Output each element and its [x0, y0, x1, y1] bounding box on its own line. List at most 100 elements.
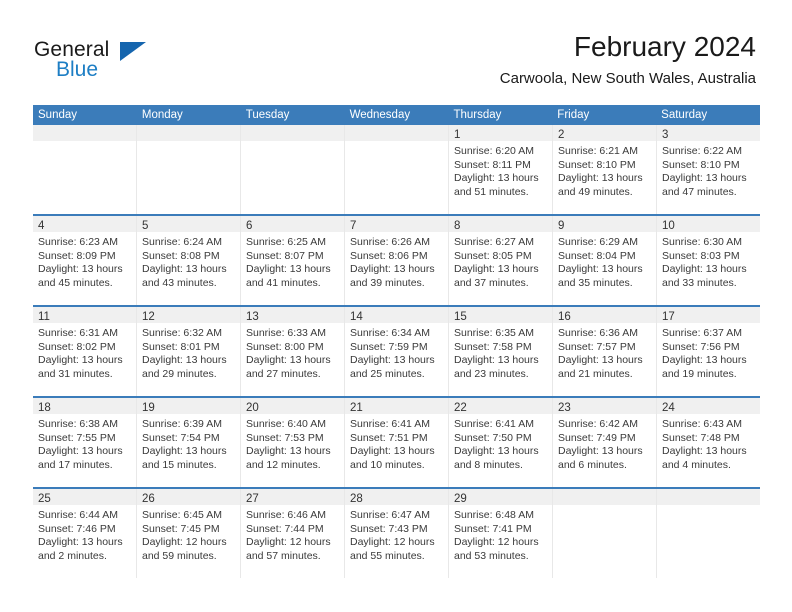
daylight-text-line2: and 43 minutes. [142, 276, 217, 289]
day-number: 24 [662, 402, 675, 414]
calendar-day-cell[interactable]: 3 Sunrise: 6:22 AM Sunset: 8:10 PM Daylight… [657, 125, 760, 214]
calendar-day-cell[interactable]: 11 Sunrise: 6:31 AM Sunset: 8:02 PM Dayligh… [33, 307, 137, 396]
calendar-day-cell[interactable]: 17 Sunrise: 6:37 AM Sunset: 7:56 PM Dayligh… [657, 307, 760, 396]
day-number-band: 19 [137, 398, 240, 414]
sunrise-text: Sunrise: 6:41 AM [350, 418, 430, 430]
daylight-text-line2: and 59 minutes. [142, 549, 217, 562]
day-number: 27 [246, 493, 259, 505]
day-number: 14 [350, 311, 363, 323]
calendar-day-cell[interactable]: 14 Sunrise: 6:34 AM Sunset: 7:59 PM Dayligh… [345, 307, 449, 396]
day-number-band [657, 489, 760, 505]
sunset-text: Sunset: 8:05 PM [454, 249, 532, 262]
day-number: 19 [142, 402, 155, 414]
calendar-day-cell[interactable]: 18 Sunrise: 6:38 AM Sunset: 7:55 PM Dayligh… [33, 398, 137, 487]
daylight-text-line1: Daylight: 13 hours [454, 172, 539, 184]
daylight-text-line2: and 25 minutes. [350, 367, 425, 380]
calendar-day-cell[interactable]: 19 Sunrise: 6:39 AM Sunset: 7:54 PM Dayligh… [137, 398, 241, 487]
weekday-header-friday: Friday [557, 109, 590, 121]
calendar-day-cell[interactable]: 10 Sunrise: 6:30 AM Sunset: 8:03 PM Dayligh… [657, 216, 760, 305]
weekday-header-monday: Monday [141, 109, 183, 121]
weekday-header-row: Sunday Monday Tuesday Wednesday Thursday… [33, 105, 760, 125]
daylight-text-line2: and 15 minutes. [142, 458, 217, 471]
sunrise-text: Sunrise: 6:39 AM [142, 418, 222, 430]
sunrise-text: Sunrise: 6:45 AM [142, 509, 222, 521]
weekday-header-wednesday: Wednesday [349, 109, 411, 121]
calendar-day-cell[interactable]: 27 Sunrise: 6:46 AM Sunset: 7:44 PM Dayligh… [241, 489, 345, 578]
calendar-day-cell[interactable]: 2 Sunrise: 6:21 AM Sunset: 8:10 PM Daylight… [553, 125, 657, 214]
calendar-day-cell[interactable]: 25 Sunrise: 6:44 AM Sunset: 7:46 PM Dayligh… [33, 489, 137, 578]
calendar-day-cell-empty [137, 125, 241, 214]
calendar-day-cell[interactable]: 23 Sunrise: 6:42 AM Sunset: 7:49 PM Dayligh… [553, 398, 657, 487]
calendar-day-cell[interactable]: 21 Sunrise: 6:41 AM Sunset: 7:51 PM Dayligh… [345, 398, 449, 487]
sunrise-text: Sunrise: 6:33 AM [246, 327, 326, 339]
location-subtitle: Carwoola, New South Wales, Australia [499, 70, 756, 87]
calendar-day-cell[interactable]: 4 Sunrise: 6:23 AM Sunset: 8:09 PM Daylight… [33, 216, 137, 305]
day-details: Sunrise: 6:48 AM Sunset: 7:41 PM Daylight:… [449, 505, 552, 563]
daylight-text-line2: and 45 minutes. [38, 276, 113, 289]
daylight-text-line1: Daylight: 13 hours [662, 263, 747, 275]
daylight-text-line2: and 33 minutes. [662, 276, 737, 289]
sunset-text: Sunset: 8:10 PM [558, 158, 636, 171]
sunset-text: Sunset: 7:58 PM [454, 340, 532, 353]
daylight-text-line2: and 51 minutes. [454, 185, 529, 198]
day-number-band: 11 [33, 307, 136, 323]
daylight-text-line2: and 35 minutes. [558, 276, 633, 289]
calendar-day-cell[interactable]: 26 Sunrise: 6:45 AM Sunset: 7:45 PM Dayligh… [137, 489, 241, 578]
daylight-text-line1: Daylight: 13 hours [454, 445, 539, 457]
daylight-text-line2: and 37 minutes. [454, 276, 529, 289]
calendar-day-cell[interactable]: 20 Sunrise: 6:40 AM Sunset: 7:53 PM Dayligh… [241, 398, 345, 487]
sunset-text: Sunset: 7:53 PM [246, 431, 324, 444]
day-number-band: 25 [33, 489, 136, 505]
day-details: Sunrise: 6:37 AM Sunset: 7:56 PM Daylight:… [657, 323, 760, 381]
calendar-day-cell[interactable]: 7 Sunrise: 6:26 AM Sunset: 8:06 PM Daylight… [345, 216, 449, 305]
calendar-day-cell[interactable]: 5 Sunrise: 6:24 AM Sunset: 8:08 PM Daylight… [137, 216, 241, 305]
day-number: 22 [454, 402, 467, 414]
calendar-day-cell[interactable]: 16 Sunrise: 6:36 AM Sunset: 7:57 PM Dayligh… [553, 307, 657, 396]
calendar-day-cell[interactable]: 12 Sunrise: 6:32 AM Sunset: 8:01 PM Dayligh… [137, 307, 241, 396]
calendar-day-cell[interactable]: 22 Sunrise: 6:41 AM Sunset: 7:50 PM Dayligh… [449, 398, 553, 487]
calendar-day-cell[interactable]: 6 Sunrise: 6:25 AM Sunset: 8:07 PM Daylight… [241, 216, 345, 305]
sunrise-text: Sunrise: 6:34 AM [350, 327, 430, 339]
sunset-text: Sunset: 7:59 PM [350, 340, 428, 353]
sunset-text: Sunset: 7:50 PM [454, 431, 532, 444]
day-number-band: 12 [137, 307, 240, 323]
sunset-text: Sunset: 8:11 PM [454, 158, 531, 171]
day-number: 6 [246, 220, 253, 232]
calendar-day-cell[interactable]: 1 Sunrise: 6:20 AM Sunset: 8:11 PM Daylight… [449, 125, 553, 214]
calendar-day-cell[interactable]: 24 Sunrise: 6:43 AM Sunset: 7:48 PM Dayligh… [657, 398, 760, 487]
calendar-day-cell[interactable]: 15 Sunrise: 6:35 AM Sunset: 7:58 PM Dayligh… [449, 307, 553, 396]
sunrise-text: Sunrise: 6:22 AM [662, 145, 742, 157]
day-number: 16 [558, 311, 571, 323]
daylight-text-line1: Daylight: 13 hours [38, 354, 123, 366]
calendar-day-cell[interactable]: 9 Sunrise: 6:29 AM Sunset: 8:04 PM Daylight… [553, 216, 657, 305]
calendar-day-cell[interactable]: 29 Sunrise: 6:48 AM Sunset: 7:41 PM Dayligh… [449, 489, 553, 578]
daylight-text-line1: Daylight: 13 hours [662, 445, 747, 457]
daylight-text-line1: Daylight: 13 hours [246, 445, 331, 457]
weekday-header-thursday: Thursday [453, 109, 502, 121]
day-number: 21 [350, 402, 363, 414]
day-number: 18 [38, 402, 51, 414]
daylight-text-line1: Daylight: 12 hours [142, 536, 227, 548]
sunrise-text: Sunrise: 6:43 AM [662, 418, 742, 430]
calendar-day-cell[interactable]: 28 Sunrise: 6:47 AM Sunset: 7:43 PM Dayligh… [345, 489, 449, 578]
daylight-text-line2: and 4 minutes. [662, 458, 731, 471]
daylight-text-line2: and 17 minutes. [38, 458, 113, 471]
calendar-day-cell[interactable]: 8 Sunrise: 6:27 AM Sunset: 8:05 PM Daylight… [449, 216, 553, 305]
daylight-text-line1: Daylight: 13 hours [142, 263, 227, 275]
page-title: February 2024 [573, 31, 756, 62]
day-number-band: 2 [553, 125, 656, 141]
day-details: Sunrise: 6:21 AM Sunset: 8:10 PM Daylight:… [553, 141, 656, 199]
day-number: 8 [454, 220, 461, 232]
day-details: Sunrise: 6:22 AM Sunset: 8:10 PM Daylight:… [657, 141, 760, 199]
day-number-band: 29 [449, 489, 552, 505]
daylight-text-line1: Daylight: 13 hours [558, 172, 643, 184]
sunset-text: Sunset: 8:07 PM [246, 249, 324, 262]
sunset-text: Sunset: 8:09 PM [38, 249, 116, 262]
day-details: Sunrise: 6:44 AM Sunset: 7:46 PM Daylight:… [33, 505, 136, 563]
daylight-text-line1: Daylight: 13 hours [38, 445, 123, 457]
sunset-text: Sunset: 8:03 PM [662, 249, 740, 262]
daylight-text-line1: Daylight: 13 hours [246, 354, 331, 366]
day-number-band: 7 [345, 216, 448, 232]
day-details: Sunrise: 6:45 AM Sunset: 7:45 PM Daylight:… [137, 505, 240, 563]
calendar-day-cell[interactable]: 13 Sunrise: 6:33 AM Sunset: 8:00 PM Dayligh… [241, 307, 345, 396]
